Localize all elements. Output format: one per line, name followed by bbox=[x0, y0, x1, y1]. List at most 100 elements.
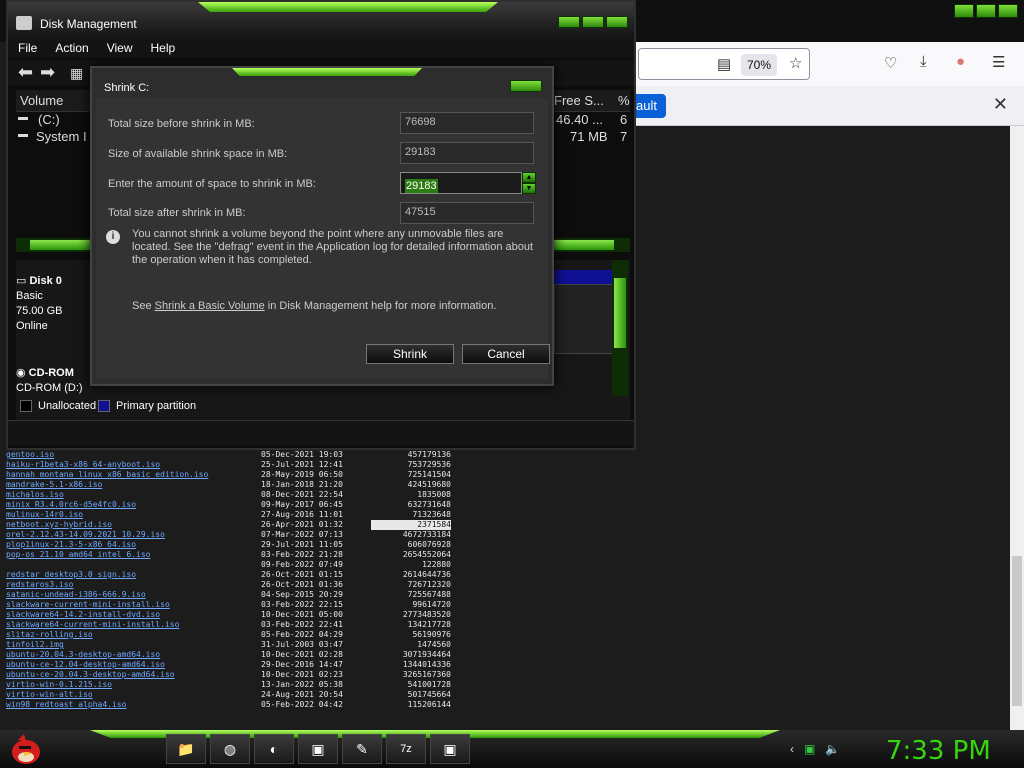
spin-down-icon[interactable]: ▼ bbox=[522, 183, 536, 194]
cdrom-info[interactable]: ◉ CD-ROM CD-ROM (D:) bbox=[16, 366, 83, 396]
help-link[interactable]: Shrink a Basic Volume bbox=[155, 300, 265, 312]
start-button[interactable] bbox=[6, 732, 46, 766]
file-link[interactable]: virtio-win-alt.iso bbox=[6, 690, 261, 700]
tools-icon[interactable]: ✎ bbox=[342, 734, 382, 764]
column-percent[interactable]: % bbox=[618, 93, 630, 108]
column-free-space[interactable]: Free S... bbox=[554, 93, 604, 108]
shrink-button[interactable]: Shrink bbox=[366, 344, 454, 364]
file-link[interactable]: orel-2.12.43-14.09.2021_10.29.iso bbox=[6, 530, 261, 540]
menu-view[interactable]: View bbox=[97, 38, 141, 58]
file-link[interactable]: haiku-r1beta3-x86_64-anyboot.iso bbox=[6, 460, 261, 470]
close-icon[interactable]: ✕ bbox=[993, 94, 1008, 115]
column-volume[interactable]: Volume bbox=[20, 93, 63, 108]
file-link[interactable]: mandrake-5.1-x86.iso bbox=[6, 480, 261, 490]
account-icon[interactable]: ● bbox=[956, 53, 965, 70]
tray-arrow-icon[interactable]: ‹ bbox=[790, 742, 794, 756]
app-window-icon[interactable]: ▣ bbox=[298, 734, 338, 764]
properties-icon[interactable]: ▦ bbox=[70, 65, 83, 82]
file-size: 726712320 bbox=[407, 580, 451, 589]
volume-c-name[interactable]: (C:) bbox=[38, 112, 60, 127]
close-button[interactable] bbox=[510, 80, 542, 92]
back-arrow-icon[interactable]: ⬅ bbox=[18, 62, 33, 83]
list-item: ubuntu-ce-20.04.3-desktop-amd64.iso 10-De… bbox=[6, 670, 466, 680]
cancel-button[interactable]: Cancel bbox=[462, 344, 550, 364]
file-size: 725141504 bbox=[407, 470, 451, 479]
minimize-button[interactable] bbox=[954, 4, 974, 18]
list-item: 09-Feb-2022 07:49 122880 bbox=[6, 560, 466, 570]
file-link[interactable]: plop1inux-21.3-5-x86_64.iso bbox=[6, 540, 261, 550]
volume-system-name[interactable]: System I bbox=[36, 129, 87, 144]
minimize-button[interactable] bbox=[558, 16, 580, 28]
clock[interactable]: 7:33 PM bbox=[886, 736, 991, 766]
chrome-icon[interactable]: ◍ bbox=[210, 734, 250, 764]
window-titlebar[interactable]: Disk Management bbox=[8, 2, 634, 38]
disk-view-scrollbar[interactable] bbox=[612, 260, 628, 396]
forward-arrow-icon[interactable]: ➡ bbox=[40, 62, 55, 83]
disk-management-task-icon[interactable]: ▣ bbox=[430, 734, 470, 764]
file-link[interactable]: redstaros3.iso bbox=[6, 580, 261, 590]
zoom-level[interactable]: 70% bbox=[741, 54, 777, 76]
network-icon[interactable]: ▣ bbox=[804, 742, 815, 756]
file-link[interactable]: hannah_montana_linux_x86_basic_edition.i… bbox=[6, 470, 261, 480]
total-after-field: 47515 bbox=[400, 202, 534, 224]
file-link[interactable]: virtio-win-0.1.215.iso bbox=[6, 680, 261, 690]
shrink-amount-input[interactable]: 29183 bbox=[400, 172, 522, 194]
close-button[interactable] bbox=[606, 16, 628, 28]
maximize-button[interactable] bbox=[976, 4, 996, 18]
file-size: 115206144 bbox=[407, 700, 451, 709]
file-link[interactable]: tinfoil2.img bbox=[6, 640, 261, 650]
close-button[interactable] bbox=[998, 4, 1018, 18]
firefox-icon[interactable]: ◐ bbox=[254, 734, 294, 764]
list-item: ubuntu-ce-12.04-desktop-amd64.iso 29-Dec-… bbox=[6, 660, 466, 670]
bookmark-star-icon[interactable]: ☆ bbox=[789, 54, 802, 72]
list-item: satanic-undead-i386-666.9.iso 04-Sep-2015… bbox=[6, 590, 466, 600]
file-link[interactable]: ubuntu-ce-12.04-desktop-amd64.iso bbox=[6, 660, 261, 670]
file-link[interactable]: minix_R3.4.0rc6-d5e4fc0.iso bbox=[6, 500, 261, 510]
file-link[interactable]: satanic-undead-i386-666.9.iso bbox=[6, 590, 261, 600]
file-link[interactable]: gentoo.iso bbox=[6, 450, 261, 460]
list-item: orel-2.12.43-14.09.2021_10.29.iso 07-Mar-… bbox=[6, 530, 466, 540]
spin-up-icon[interactable]: ▲ bbox=[522, 172, 536, 183]
maximize-button[interactable] bbox=[582, 16, 604, 28]
menu-help[interactable]: Help bbox=[141, 38, 184, 58]
disk-0-info[interactable]: ▭ Disk 0 Basic 75.00 GB Online bbox=[16, 274, 62, 334]
volume-c-free: 46.40 ... bbox=[556, 112, 603, 127]
download-icon[interactable]: ⤓ bbox=[920, 53, 927, 70]
list-item: michalos.iso 08-Dec-2021 22:54 1835008 bbox=[6, 490, 466, 500]
partition-header bbox=[554, 270, 616, 284]
file-link[interactable] bbox=[6, 560, 261, 570]
file-listing: gentoo.iso 05-Dec-2021 19:03 457179136 haik… bbox=[6, 450, 466, 710]
menu-icon[interactable]: ☰ bbox=[992, 53, 1005, 71]
pocket-icon[interactable]: ♡ bbox=[884, 54, 897, 72]
file-link[interactable]: redstar_desktop3.0_sign.iso bbox=[6, 570, 261, 580]
partition-block[interactable] bbox=[554, 284, 616, 354]
file-link[interactable]: ubuntu-ce-20.04.3-desktop-amd64.iso bbox=[6, 670, 261, 680]
url-bar[interactable]: ▤ 70% ☆ bbox=[638, 48, 810, 80]
volume-icon[interactable]: 🔈 bbox=[825, 742, 840, 756]
file-link[interactable]: slackware-current-mini-install.iso bbox=[6, 600, 261, 610]
file-link[interactable]: ubuntu-20.04.3-desktop-amd64.iso bbox=[6, 650, 261, 660]
file-link[interactable]: michalos.iso bbox=[6, 490, 261, 500]
file-date: 27-Aug-2016 11:01 bbox=[261, 510, 343, 519]
file-link[interactable]: slitaz-rolling.iso bbox=[6, 630, 261, 640]
amount-spinner[interactable]: ▲ ▼ bbox=[522, 172, 536, 194]
menu-file[interactable]: File bbox=[8, 38, 45, 58]
drive-icon: ▬ bbox=[18, 129, 28, 140]
file-link[interactable]: slackware64-current-mini-install.iso bbox=[6, 620, 261, 630]
window-title: Disk Management bbox=[40, 17, 137, 31]
file-link[interactable]: slackware64-14.2-install-dvd.iso bbox=[6, 610, 261, 620]
file-size: 501745664 bbox=[407, 690, 451, 699]
reader-view-icon[interactable]: ▤ bbox=[717, 55, 731, 73]
page-scrollbar[interactable] bbox=[1010, 126, 1024, 730]
menu-action[interactable]: Action bbox=[45, 38, 96, 58]
file-explorer-icon[interactable]: 📁 bbox=[166, 734, 206, 764]
list-item: slackware64-14.2-install-dvd.iso 10-Dec-2… bbox=[6, 610, 466, 620]
taskbar: 📁 ◍ ◐ ▣ ✎ 7z ▣ ‹ ▣ 🔈 7:33 PM bbox=[0, 730, 1024, 768]
file-link[interactable]: netboot.xyz-hybrid.iso bbox=[6, 520, 261, 530]
file-link[interactable]: pop-os_21.10_amd64_intel_6.iso bbox=[6, 550, 261, 560]
file-link[interactable]: win98_redtoast_alpha4.iso bbox=[6, 700, 261, 710]
available-label: Size of available shrink space in MB: bbox=[108, 148, 288, 160]
file-link[interactable]: mulinux-14r0.iso bbox=[6, 510, 261, 520]
notification-button[interactable]: ault bbox=[634, 94, 666, 118]
7zip-icon[interactable]: 7z bbox=[386, 734, 426, 764]
